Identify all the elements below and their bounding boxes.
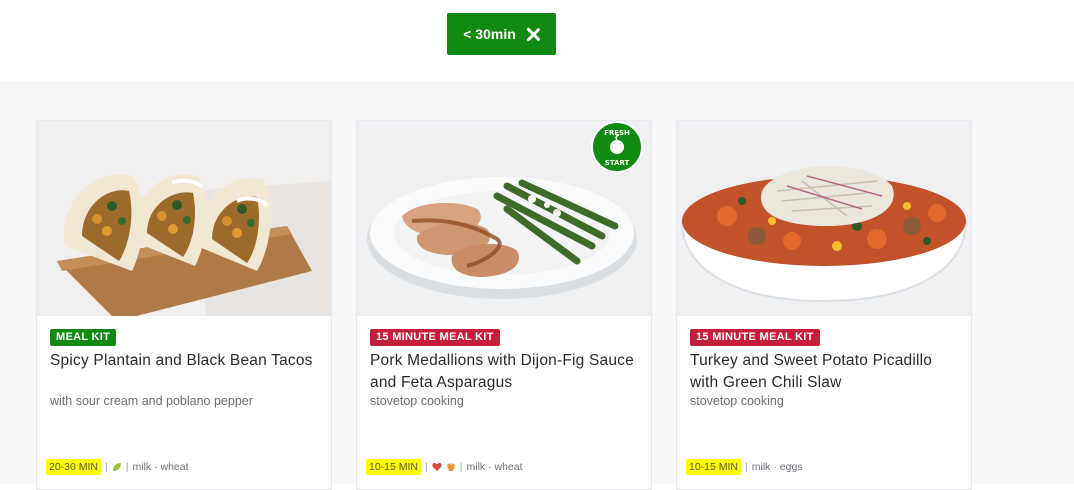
fresh-start-badge-icon: FRESH START: [591, 121, 643, 173]
allergens: milk · wheat: [132, 461, 189, 473]
cook-time: 10-15 MIN: [366, 459, 422, 475]
separator: |: [425, 461, 428, 473]
recipe-image[interactable]: [677, 121, 971, 316]
carb-icon: [446, 463, 455, 471]
recipe-image[interactable]: [37, 121, 331, 316]
allergens: milk · wheat: [466, 461, 523, 473]
recipe-subtitle: with sour cream and poblano pepper: [50, 394, 253, 408]
recipe-title[interactable]: Pork Medallions with Dijon-Fig Sauce and…: [370, 350, 640, 394]
recipe-grid: MEAL KIT Spicy Plantain and Black Bean T…: [0, 81, 1074, 490]
time-filter-chip[interactable]: < 30min: [447, 13, 556, 55]
meal-type-tag: MEAL KIT: [50, 329, 117, 346]
recipe-card[interactable]: MEAL KIT Spicy Plantain and Black Bean T…: [36, 120, 332, 490]
separator: |: [459, 461, 463, 473]
recipe-card[interactable]: FRESH START 15 MINUTE MEAL KIT Pork Meda…: [356, 120, 652, 490]
recipe-subtitle: stovetop cooking: [370, 394, 464, 408]
close-icon[interactable]: [526, 27, 540, 41]
recipe-meta: 10-15 MIN | milk · eggs: [686, 457, 803, 477]
separator: |: [105, 461, 108, 473]
recipe-meta: 20-30 MIN | | milk · wheat: [46, 457, 189, 477]
recipe-subtitle: stovetop cooking: [690, 394, 784, 408]
svg-text:FRESH: FRESH: [604, 129, 630, 137]
filter-chip-label: < 30min: [463, 26, 516, 42]
filter-bar: < 30min: [0, 0, 1074, 81]
heart-icon: [432, 462, 442, 471]
allergens: milk · eggs: [751, 461, 803, 473]
leaf-icon: [112, 463, 121, 471]
meal-type-tag: 15 MINUTE MEAL KIT: [370, 329, 500, 346]
cook-time: 10-15 MIN: [686, 459, 742, 475]
svg-text:START: START: [605, 159, 630, 167]
separator: |: [745, 461, 748, 473]
recipe-title[interactable]: Turkey and Sweet Potato Picadillo with G…: [690, 350, 960, 394]
recipe-meta: 10-15 MIN | | milk · wheat: [366, 457, 523, 477]
recipe-card[interactable]: 15 MINUTE MEAL KIT Turkey and Sweet Pota…: [676, 120, 972, 490]
cook-time: 20-30 MIN: [46, 459, 102, 475]
separator: |: [125, 461, 129, 473]
meal-type-tag: 15 MINUTE MEAL KIT: [690, 329, 820, 346]
recipe-title[interactable]: Spicy Plantain and Black Bean Tacos: [50, 350, 320, 372]
